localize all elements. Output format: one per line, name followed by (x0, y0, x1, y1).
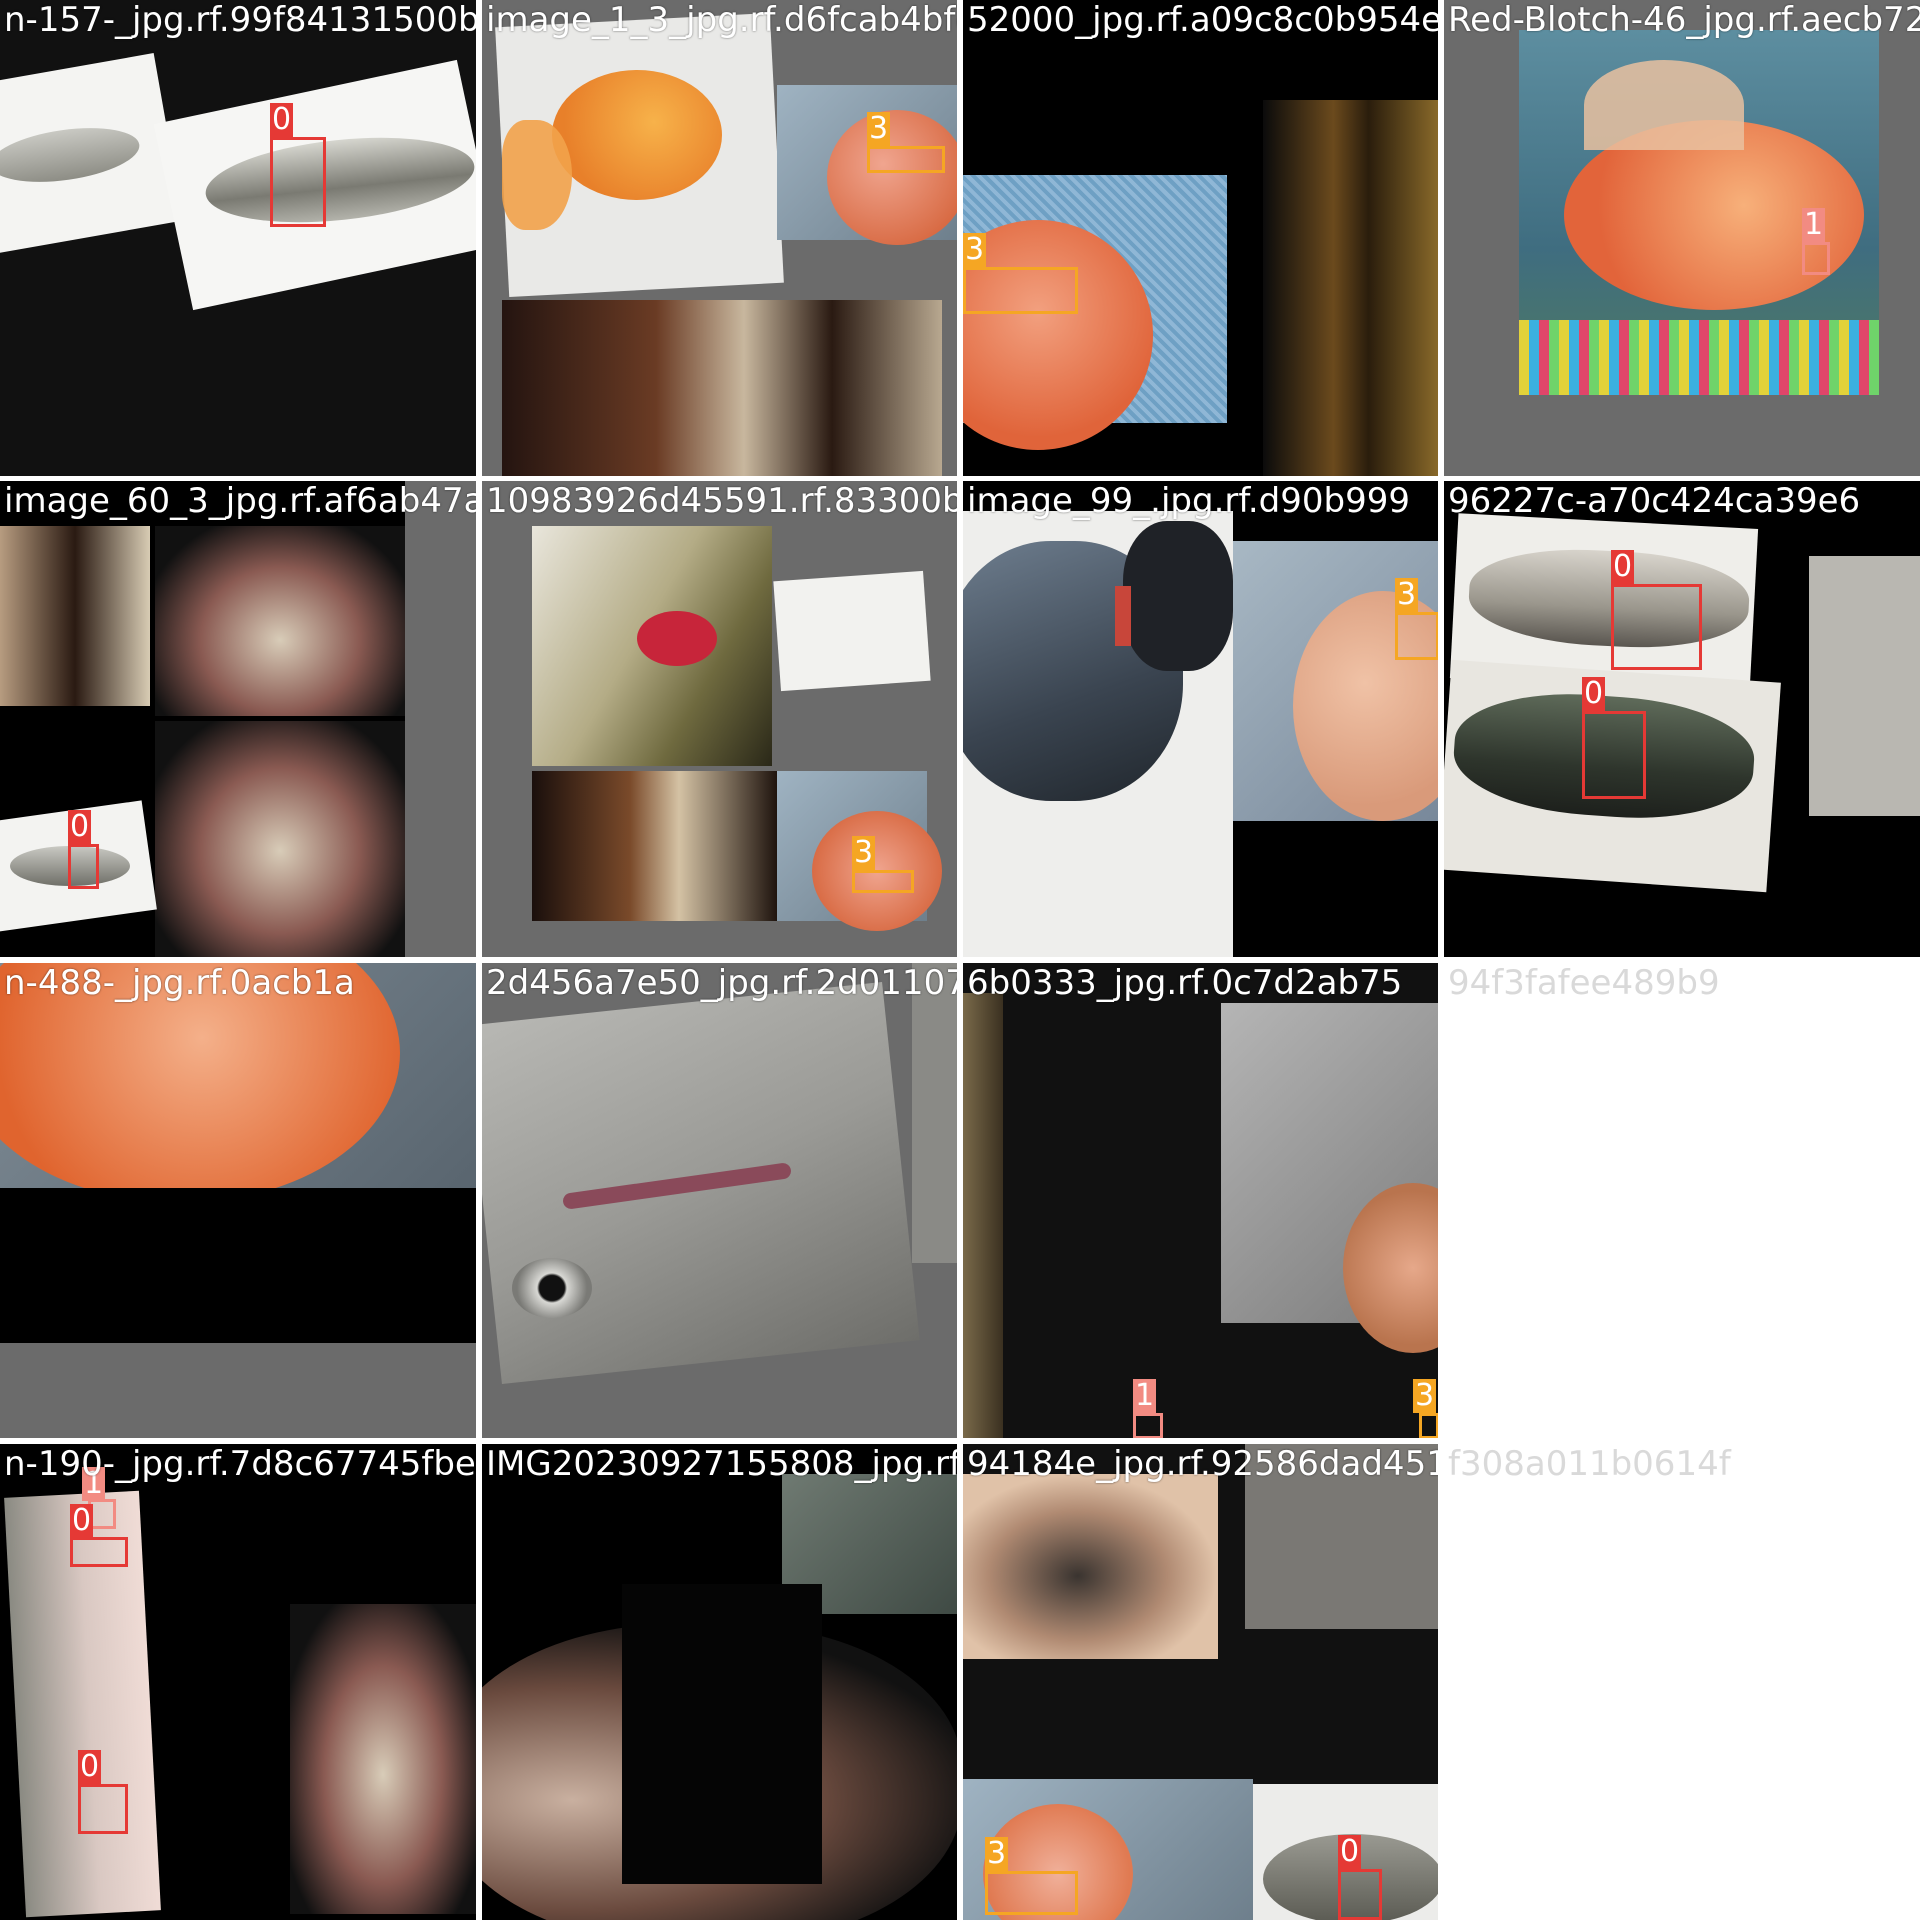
mosaic-tile-14: IMG20230927155808_jpg.rf (482, 1444, 958, 1920)
goldfish-body (552, 70, 722, 200)
tile-filename: 6b0333_jpg.rf.0c7d2ab75 (967, 963, 1403, 1003)
dark-shadow (622, 1584, 822, 1884)
tile-filename: 52000_jpg.rf.a09c8c0b954e (967, 0, 1439, 40)
mosaic-tile-1: 0 n-157-_jpg.rf.99f84131500b8 (0, 0, 476, 476)
lesion-label-class-0: 0 (78, 1749, 102, 1784)
mosaic-tile-9: n-488-_jpg.rf.0acb1a (0, 963, 476, 1439)
lesion-label-class-1: 1 (1133, 1378, 1157, 1413)
lesion-label-class-3: 3 (985, 1836, 1009, 1871)
red-lesion-patch (637, 611, 717, 666)
tile-filename: 96227c-a70c424ca39e6 (1448, 481, 1861, 521)
goldfish-head (827, 110, 958, 245)
lesion-box-class-3 (867, 146, 945, 173)
mosaic-tile-2: 3 image_1_3_jpg.rf.d6fcab4bfe (482, 0, 958, 476)
lesion-box-class-3 (1395, 612, 1439, 660)
lesion-label-class-3: 3 (1413, 1378, 1437, 1413)
striped-fish-dark (1263, 100, 1439, 476)
small-fish-card (773, 570, 931, 692)
lesion-label-class-3: 3 (963, 232, 987, 267)
mosaic-tile-5: 0 image_60_3_jpg.rf.af6ab47a (0, 481, 476, 957)
gray-panel (405, 481, 476, 957)
mosaic-tile-12: 94f3fafee489b9 (1444, 963, 1920, 1439)
mosaic-tile-11: 1 3 6b0333_jpg.rf.0c7d2ab75 (963, 963, 1439, 1439)
mosaic-tile-3: 3 52000_jpg.rf.a09c8c0b954e (963, 0, 1439, 476)
tile-filename: 10983926d45591.rf.83300b2 (486, 481, 958, 521)
lesion-label-class-0: 0 (270, 102, 294, 137)
lesion-label-class-0: 0 (70, 1503, 94, 1538)
dark-fish-right (290, 1604, 476, 1914)
lesion-box-class-0 (1338, 1869, 1382, 1920)
dark-fish-lower (532, 771, 777, 921)
tile-filename: image_99_.jpg.rf.d90b999 (967, 481, 1410, 521)
tile-filename: image_1_3_jpg.rf.d6fcab4bfe (486, 0, 958, 40)
lesion-label-class-3: 3 (1395, 577, 1419, 612)
lesion-label-class-0: 0 (1338, 1834, 1362, 1869)
tile-filename: image_60_3_jpg.rf.af6ab47a (4, 481, 476, 521)
tile-filename: n-157-_jpg.rf.99f84131500b8 (4, 0, 476, 40)
lesion-box-class-1 (1133, 1413, 1163, 1439)
tile-filename: f308a011b0614f (1448, 1444, 1731, 1484)
lesion-label-class-0: 0 (68, 809, 92, 844)
lesion-label-class-0: 0 (1611, 549, 1635, 584)
lesion-box-class-1 (1802, 242, 1830, 275)
mosaic-tile-13: 1 0 0 n-190-_jpg.rf.7d8c67745fbeb (0, 1444, 476, 1920)
goldfish-fin (1584, 60, 1744, 150)
fish-tile-right (155, 526, 405, 716)
gray-bottom-bar (0, 1343, 476, 1439)
fish-tile-lower (155, 721, 405, 957)
lesion-box-class-3 (852, 870, 914, 893)
fish-tile-top (0, 526, 150, 706)
tile-filename: n-488-_jpg.rf.0acb1a (4, 963, 355, 1003)
fish-eye (512, 1258, 592, 1318)
tile-filename: Red-Blotch-46_jpg.rf.aecb72 (1448, 0, 1920, 40)
tile-filename: IMG20230927155808_jpg.rf (486, 1444, 958, 1484)
right-edge-strip (912, 963, 958, 1263)
mosaic-tile-4: 1 Red-Blotch-46_jpg.rf.aecb72 (1444, 0, 1920, 476)
lesion-box-class-3 (985, 1871, 1078, 1915)
lesion-box-class-0 (70, 1537, 128, 1567)
lesion-label-class-1: 1 (1802, 207, 1826, 242)
lesion-box-class-0 (270, 137, 326, 227)
mosaic-tile-16: f308a011b0614f (1444, 1444, 1920, 1920)
lesion-label-class-3: 3 (852, 835, 876, 870)
lesion-label-class-0: 0 (1582, 676, 1606, 711)
lesion-box-class-0 (68, 844, 99, 889)
red-band-lesion (1115, 586, 1131, 646)
tile-filename: 2d456a7e50_jpg.rf.2d011077 (486, 963, 958, 1003)
mosaic-tile-10: 2d456a7e50_jpg.rf.2d011077 (482, 963, 958, 1439)
batch-mosaic: 0 n-157-_jpg.rf.99f84131500b8 3 image_1_… (0, 0, 1920, 1920)
gravel (1519, 320, 1879, 395)
lesion-label-class-3: 3 (867, 111, 891, 146)
mosaic-tile-6: 3 10983926d45591.rf.83300b2 (482, 481, 958, 957)
goldfish-tail (502, 120, 572, 230)
lesion-box-class-3 (1419, 1413, 1439, 1439)
black-letterbox (0, 1188, 476, 1343)
lesion-box-class-3 (963, 267, 1078, 314)
mosaic-tile-15: 3 0 94184e_jpg.rf.92586dad4518 (963, 1444, 1439, 1920)
lesion-box-class-0 (78, 1784, 128, 1834)
tile-filename: 94f3fafee489b9 (1448, 963, 1720, 1003)
lesion-box-class-0 (1611, 584, 1702, 670)
tile-filename: 94184e_jpg.rf.92586dad4518 (967, 1444, 1439, 1484)
fish-side-strip (963, 993, 1003, 1439)
dark-fish-lower (502, 300, 942, 476)
fish-tail-fin (1123, 521, 1233, 671)
mosaic-tile-8: 0 0 96227c-a70c424ca39e6 (1444, 481, 1920, 957)
gray-stone-texture (1809, 556, 1920, 816)
tile-filename: n-190-_jpg.rf.7d8c67745fbeb (4, 1444, 476, 1484)
mosaic-tile-7: 3 image_99_.jpg.rf.d90b999 (963, 481, 1439, 957)
lesion-box-class-0 (1582, 711, 1646, 799)
hand-holding-fish (963, 1474, 1218, 1659)
